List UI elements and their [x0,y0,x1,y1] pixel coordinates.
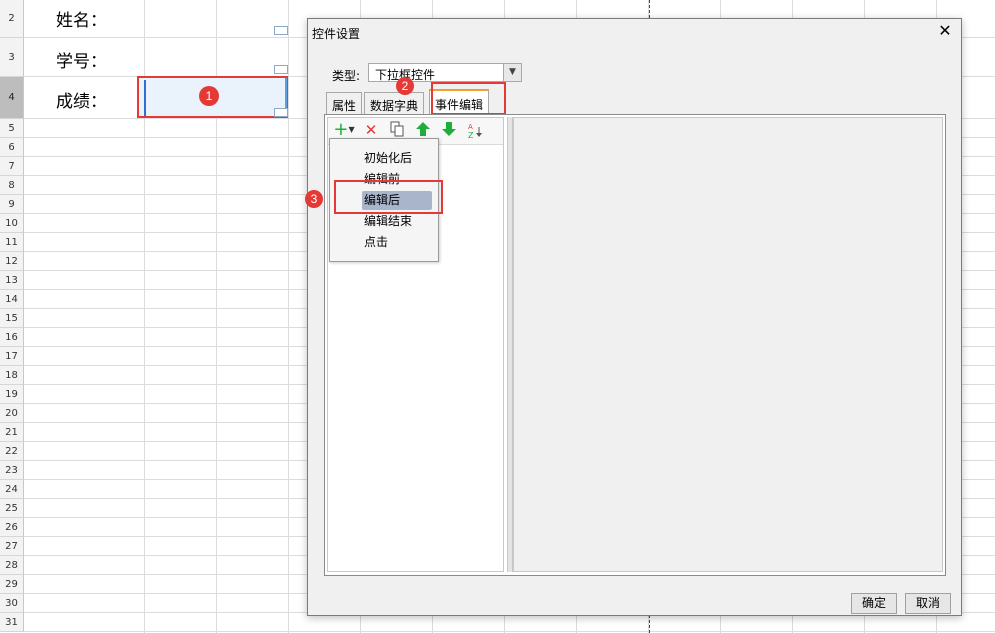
row-header[interactable]: 10 [0,214,24,233]
row-header[interactable]: 12 [0,252,24,271]
copy-icon[interactable] [388,121,406,139]
row-header[interactable]: 29 [0,575,24,594]
student-id-label: 学号： [56,52,107,72]
row-header[interactable]: 27 [0,537,24,556]
score-label: 成绩： [56,92,107,112]
row-header[interactable]: 8 [0,176,24,195]
svg-text:Z: Z [468,131,474,139]
cancel-button[interactable]: 取消 [905,593,951,614]
row-header[interactable]: 2 [0,0,24,38]
row-header[interactable]: 22 [0,442,24,461]
row-header[interactable]: 25 [0,499,24,518]
add-icon[interactable]: +▼ [332,121,356,139]
type-label: 类型: [332,69,361,83]
dialog-title: 控件设置 [312,27,361,41]
row-header[interactable]: 11 [0,233,24,252]
control-marker [274,26,288,35]
row-header[interactable]: 21 [0,423,24,442]
row-header[interactable]: 23 [0,461,24,480]
step-badge-2: 2 [396,77,414,95]
row-header[interactable]: 3 [0,38,24,77]
type-select[interactable]: 下拉框控件 ▼ [368,63,522,82]
tab-data-dictionary[interactable]: 数据字典 [364,92,425,114]
row-header[interactable]: 28 [0,556,24,575]
move-up-icon[interactable] [414,121,432,139]
name-label: 姓名： [56,11,107,31]
row-header[interactable]: 18 [0,366,24,385]
row-header[interactable]: 9 [0,195,24,214]
row-header[interactable]: 19 [0,385,24,404]
row-header[interactable]: 6 [0,138,24,157]
row-header[interactable]: 13 [0,271,24,290]
grid-line [24,631,995,632]
cell-cursor [144,80,146,116]
row-header[interactable]: 4 [0,77,24,119]
event-editor-pane[interactable] [513,117,943,572]
chevron-down-icon[interactable]: ▼ [503,64,521,81]
row-header[interactable]: 31 [0,613,24,632]
ok-button[interactable]: 确定 [851,593,897,614]
row-header[interactable]: 20 [0,404,24,423]
tab-highlight-box [431,82,506,115]
close-icon[interactable]: ✕ [935,21,955,41]
grid-line [288,0,289,633]
row-header[interactable]: 16 [0,328,24,347]
step-badge-1: 1 [199,86,219,106]
row-header[interactable]: 5 [0,119,24,138]
move-down-icon[interactable] [440,121,458,139]
delete-icon[interactable]: ✕ [362,121,380,139]
sort-icon[interactable]: A Z [466,121,484,140]
row-header[interactable]: 7 [0,157,24,176]
row-header[interactable]: 15 [0,309,24,328]
row-header[interactable]: 26 [0,518,24,537]
svg-text:A: A [468,123,473,131]
control-marker [274,65,288,74]
tab-properties[interactable]: 属性 [326,92,363,114]
menu-highlight-box [334,180,443,214]
menu-item-click[interactable]: 点击 [364,233,388,252]
menu-item-edit-end[interactable]: 编辑结束 [364,212,412,231]
menu-item-after-init[interactable]: 初始化后 [364,149,412,168]
control-marker [274,108,288,117]
row-header[interactable]: 24 [0,480,24,499]
step-badge-3: 3 [305,190,323,208]
row-header[interactable]: 14 [0,290,24,309]
control-settings-dialog: 控件设置 ✕ 类型: 下拉框控件 ▼ 属性 数据字典 事件编辑 2 +▼ ✕ A… [305,18,962,616]
row-header[interactable]: 30 [0,594,24,613]
row-header[interactable]: 17 [0,347,24,366]
